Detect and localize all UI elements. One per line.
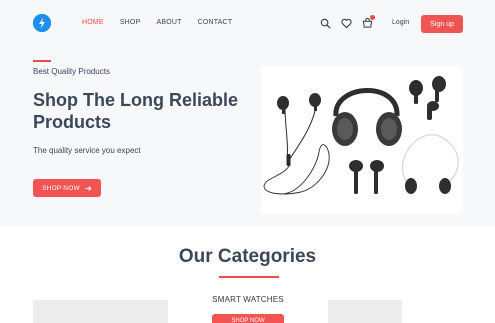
shop-now-label: SHOP NOW [42, 184, 80, 192]
hero-eyebrow: Best Quality Products [33, 67, 110, 76]
neckband-earphones-icon [349, 160, 384, 194]
search-icon[interactable] [319, 17, 331, 29]
hero-subtext: The quality service you expect [33, 146, 141, 155]
nav-about[interactable]: ABOUT [156, 19, 181, 26]
arrow-right-icon [85, 185, 92, 191]
categories-underline [219, 276, 279, 278]
heart-icon[interactable] [340, 17, 352, 29]
wireless-earbuds-icon [409, 76, 446, 120]
hero-headline: Shop The Long Reliable Products [33, 90, 239, 132]
brand-logo[interactable] [33, 14, 51, 32]
shop-now-button[interactable]: SHOP NOW [33, 179, 101, 197]
category-image[interactable] [328, 300, 402, 323]
nav-home[interactable]: HOME [82, 19, 104, 26]
cart-icon[interactable] [361, 15, 375, 29]
nav-shop[interactable]: SHOP [120, 19, 141, 26]
sport-headphones-icon [401, 133, 459, 194]
wired-earphones-icon [263, 93, 330, 195]
logo-icon [33, 14, 51, 32]
navbar: HOME SHOP ABOUT CONTACT Login Sign up [0, 0, 495, 48]
login-link[interactable]: Login [392, 19, 409, 26]
hero-product-image [261, 66, 463, 214]
signup-button[interactable]: Sign up [421, 15, 463, 33]
nav-links: HOME SHOP ABOUT CONTACT [82, 19, 248, 26]
eyebrow-accent-line [33, 60, 51, 62]
category-shop-now-button[interactable]: SHOP NOW [212, 314, 284, 323]
cart-badge [370, 15, 375, 20]
categories-title: Our Categories [178, 246, 317, 267]
headphones-icon [332, 88, 402, 146]
nav-contact[interactable]: CONTACT [198, 19, 233, 26]
category-image[interactable] [33, 300, 168, 323]
category-label-smart-watches: SMART WATCHES [212, 295, 284, 304]
